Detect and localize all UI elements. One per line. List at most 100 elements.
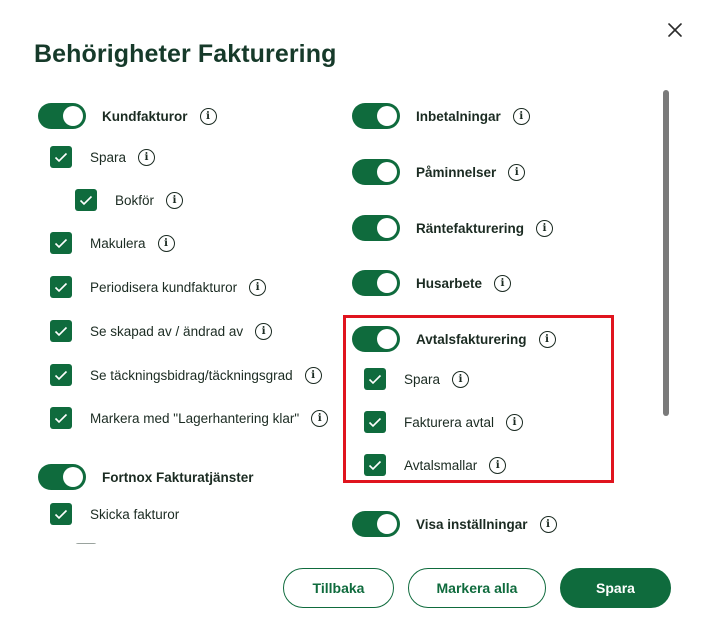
toggle-label-inbetalningar: Inbetalningar [416,108,501,124]
scrollbar-thumb[interactable] [663,90,669,416]
permission-lager: Markera med "Lagerhantering klar" i [50,405,329,431]
checkmark-icon [368,460,382,470]
permission-group-fortnox: Fortnox Fakturatjänster [38,464,254,490]
permission-group-husarbete: Husarbete i [352,270,512,296]
checkbox-partial-hidden[interactable] [75,543,97,544]
checkmark-icon [54,326,68,336]
checkbox-lager[interactable] [50,407,72,429]
toggle-rantefakturering[interactable] [352,215,400,241]
permission-fakturera-avtal: Fakturera avtal i [364,409,524,435]
toggle-label-husarbete: Husarbete [416,275,483,291]
label-makulera: Makulera [90,235,146,251]
permission-makulera: Makulera i [50,230,175,256]
checkbox-avtalsmallar[interactable] [364,454,386,476]
checkmark-icon [368,417,382,427]
permission-group-paminnelser: Påminnelser i [352,159,526,185]
close-icon [668,23,682,37]
info-icon[interactable]: i [512,107,530,125]
checkmark-icon [54,282,68,292]
info-icon[interactable]: i [304,366,322,384]
toggle-label-fortnox: Fortnox Fakturatjänster [102,469,254,485]
label-periodisera: Periodisera kundfakturor [90,279,238,295]
label-avtal-spara: Spara [404,371,441,387]
toggle-avtalsfakturering[interactable] [352,326,400,352]
toggle-husarbete[interactable] [352,270,400,296]
info-icon[interactable]: i [539,515,557,533]
checkmark-icon [54,238,68,248]
info-icon[interactable]: i [255,322,273,340]
permission-group-kundfakturor: Kundfakturor i [38,103,217,129]
label-skapad: Se skapad av / ändrad av [90,323,244,339]
toggle-label-avtalsfakturering: Avtalsfakturering [416,331,527,347]
permissions-scroll-area[interactable]: Kundfakturor i Spara i Bokför i Makulera… [0,86,708,544]
info-icon[interactable]: i [538,330,556,348]
label-avtalsmallar: Avtalsmallar [404,457,478,473]
info-icon[interactable]: i [452,370,470,388]
toggle-label-paminnelser: Påminnelser [416,164,497,180]
checkmark-icon [54,413,68,423]
toggle-fortnox[interactable] [38,464,86,490]
toggle-knob [377,162,397,182]
checkbox-tackning[interactable] [50,364,72,386]
toggle-label-rantefakturering: Räntefakturering [416,220,525,236]
label-spara: Spara [90,149,127,165]
checkmark-icon [79,195,93,205]
toggle-knob [63,467,83,487]
label-lager: Markera med "Lagerhantering klar" [90,410,300,426]
checkbox-skicka[interactable] [50,503,72,525]
info-icon[interactable]: i [249,278,267,296]
info-icon[interactable]: i [506,413,524,431]
checkmark-icon [54,509,68,519]
toggle-knob [377,218,397,238]
permission-skicka: Skicka fakturor [50,501,179,527]
checkmark-icon [54,152,68,162]
info-icon[interactable]: i [311,409,329,427]
toggle-knob [377,514,397,534]
permission-bokfor: Bokför i [75,187,184,213]
permission-periodisera: Periodisera kundfakturor i [50,274,267,300]
label-tackning: Se täckningsbidrag/täckningsgrad [90,367,293,383]
permission-group-avtalsfakturering: Avtalsfakturering i [352,326,556,352]
dialog-title: Behörigheter Fakturering [34,40,337,68]
checkmark-icon [368,374,382,384]
toggle-knob [377,273,397,293]
label-fakturera-avtal: Fakturera avtal [404,414,495,430]
info-icon[interactable]: i [199,107,217,125]
info-icon[interactable]: i [138,148,156,166]
info-icon[interactable]: i [536,219,554,237]
select-all-button[interactable]: Markera alla [408,568,546,608]
toggle-label-visa: Visa inställningar [416,516,528,532]
toggle-knob [63,106,83,126]
permission-partial-hidden [75,541,97,544]
checkbox-avtal-spara[interactable] [364,368,386,390]
label-bokfor: Bokför [115,192,155,208]
save-button[interactable]: Spara [560,568,671,608]
checkbox-fakturera-avtal[interactable] [364,411,386,433]
checkbox-bokfor[interactable] [75,189,97,211]
toggle-visa[interactable] [352,511,400,537]
toggle-kundfakturor[interactable] [38,103,86,129]
info-icon[interactable]: i [494,274,512,292]
checkbox-skapad[interactable] [50,320,72,342]
info-icon[interactable]: i [166,191,184,209]
checkbox-periodisera[interactable] [50,276,72,298]
permission-spara: Spara i [50,144,156,170]
permission-tackning: Se täckningsbidrag/täckningsgrad i [50,362,322,388]
checkbox-spara[interactable] [50,146,72,168]
info-icon[interactable]: i [508,163,526,181]
permission-group-inbetalningar: Inbetalningar i [352,103,530,129]
back-button[interactable]: Tillbaka [283,568,394,608]
toggle-paminnelser[interactable] [352,159,400,185]
permission-avtalsmallar: Avtalsmallar i [364,452,507,478]
checkbox-makulera[interactable] [50,232,72,254]
permission-group-rantefakturering: Räntefakturering i [352,215,554,241]
info-icon[interactable]: i [157,234,175,252]
close-button[interactable] [664,19,686,41]
info-icon[interactable]: i [489,456,507,474]
toggle-knob [377,329,397,349]
permission-group-visa: Visa inställningar i [352,511,557,537]
toggle-label-kundfakturor: Kundfakturor [102,108,188,124]
permission-skapad: Se skapad av / ändrad av i [50,318,273,344]
toggle-inbetalningar[interactable] [352,103,400,129]
label-skicka: Skicka fakturor [90,506,180,522]
